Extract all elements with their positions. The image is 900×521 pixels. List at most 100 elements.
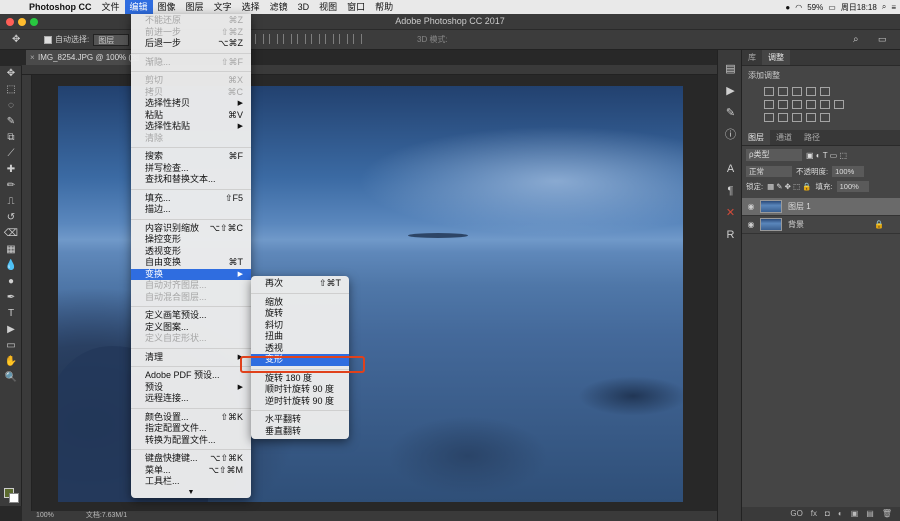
wechat-icon[interactable]: ●: [785, 3, 790, 12]
blend-mode-dropdown[interactable]: 正常: [746, 166, 792, 177]
quick-select-tool-icon[interactable]: ✎: [0, 114, 22, 130]
fill-input[interactable]: 100%: [836, 181, 869, 192]
balance-icon[interactable]: [778, 100, 788, 109]
distribute-icon[interactable]: [339, 34, 348, 44]
search-icon[interactable]: ⌕: [853, 34, 859, 45]
clock[interactable]: 周日18:18: [841, 2, 877, 13]
curves-icon[interactable]: [792, 87, 802, 96]
edit-menu-item[interactable]: Adobe PDF 预设...: [131, 370, 251, 382]
character-icon[interactable]: A: [718, 158, 743, 180]
align-right-icon[interactable]: [325, 34, 334, 44]
distribute2-icon[interactable]: [353, 34, 362, 44]
transform-menu-item[interactable]: 顺时针旋转 90 度: [251, 384, 349, 396]
menubar-item[interactable]: 选择: [237, 0, 265, 14]
edit-menu-item[interactable]: 变换 ▶: [131, 268, 251, 280]
pen-tool-icon[interactable]: ✒: [0, 290, 22, 306]
align-bottom-icon[interactable]: [283, 34, 292, 44]
menu-list-icon[interactable]: ≡: [891, 3, 896, 12]
r-icon[interactable]: R: [718, 224, 743, 246]
transform-menu-item[interactable]: 斜切: [251, 320, 349, 332]
layer-filter-dropdown[interactable]: ρ类型: [746, 149, 802, 161]
edit-menu-item[interactable]: 颜色设置... ⇧⌘K: [131, 412, 251, 424]
posterize-icon[interactable]: [778, 113, 788, 122]
layer-row[interactable]: ◉ 背景 🔒: [742, 216, 900, 234]
tab-paths[interactable]: 路径: [798, 130, 826, 145]
photo-filter-icon[interactable]: [806, 100, 816, 109]
transform-menu-item[interactable]: 扭曲: [251, 331, 349, 343]
layer-footer-icon[interactable]: ◘: [825, 507, 830, 521]
layer-footer-icon[interactable]: 🗑: [882, 507, 892, 521]
layer-row[interactable]: ◉ 图层 1: [742, 198, 900, 216]
blur-tool-icon[interactable]: 💧: [0, 258, 22, 274]
edit-menu-item[interactable]: 定义画笔预设...: [131, 310, 251, 322]
edit-menu-item[interactable]: 选择性粘贴 ▶: [131, 121, 251, 133]
menubar-item[interactable]: 图像: [153, 0, 181, 14]
menubar-item[interactable]: 滤镜: [265, 0, 293, 14]
edit-menu-item[interactable]: 描边...: [131, 204, 251, 216]
layer-footer-icon[interactable]: fx: [811, 507, 817, 521]
menubar-item[interactable]: 3D: [293, 0, 315, 14]
menu-scroll-down-icon[interactable]: ▼: [131, 488, 251, 498]
transform-menu-item[interactable]: 水平翻转: [251, 414, 349, 426]
info-icon[interactable]: ⓘ: [718, 124, 743, 146]
align-center-icon[interactable]: [311, 34, 320, 44]
eyedropper-tool-icon[interactable]: ⟋: [0, 146, 22, 162]
move-tool-icon[interactable]: ✥: [12, 34, 20, 45]
background-color-swatch[interactable]: [9, 493, 19, 503]
healing-tool-icon[interactable]: ✚: [0, 162, 22, 178]
history-icon[interactable]: ▤: [718, 58, 743, 80]
tab-channels[interactable]: 通道: [770, 130, 798, 145]
transform-menu-item[interactable]: 再次 ⇧⌘T: [251, 278, 349, 290]
tab-adjustments[interactable]: 调整: [762, 50, 790, 65]
brush-tool-icon[interactable]: ✏: [0, 178, 22, 194]
filter-icons[interactable]: ▣ ◐ T ▭ ⬚: [806, 151, 847, 160]
threshold-icon[interactable]: [792, 113, 802, 122]
tab-layers[interactable]: 图层: [742, 130, 770, 145]
opacity-input[interactable]: 100%: [832, 166, 865, 177]
menubar-item[interactable]: 图层: [181, 0, 209, 14]
edit-menu-item[interactable]: 菜单... ⌥⇧⌘M: [131, 465, 251, 477]
lasso-tool-icon[interactable]: ◌: [0, 98, 22, 114]
workspace-icon[interactable]: ▭: [878, 34, 887, 45]
selective-color-icon[interactable]: [820, 113, 830, 122]
align-middle-icon[interactable]: [269, 34, 278, 44]
document-info[interactable]: 文档:7.63M/1: [86, 512, 127, 519]
tab-library[interactable]: 库: [742, 50, 762, 65]
shape-tool-icon[interactable]: ▭: [0, 338, 22, 354]
history-brush-tool-icon[interactable]: ↺: [0, 210, 22, 226]
edit-menu-item[interactable]: 清理 ▶: [131, 352, 251, 364]
transform-menu-item[interactable]: 缩放: [251, 297, 349, 309]
app-menu[interactable]: Photoshop CC: [24, 0, 97, 14]
eye-icon[interactable]: ◉: [742, 220, 760, 229]
edit-menu-item[interactable]: 选择性拷贝 ▶: [131, 98, 251, 110]
edit-menu-item[interactable]: 转换为配置文件...: [131, 435, 251, 447]
align-left-icon[interactable]: [297, 34, 306, 44]
bw-icon[interactable]: [792, 100, 802, 109]
align-top-icon[interactable]: [255, 34, 264, 44]
zoom-level[interactable]: 100%: [36, 512, 54, 519]
close-tab-icon[interactable]: ×: [30, 50, 35, 65]
hue-icon[interactable]: [764, 100, 774, 109]
edit-menu-item[interactable]: 内容识别缩放 ⌥⇧⌘C: [131, 223, 251, 235]
edit-menu-item[interactable]: 键盘快捷键... ⌥⇧⌘K: [131, 453, 251, 465]
layer-footer-icon[interactable]: ◐: [838, 507, 843, 521]
stamp-tool-icon[interactable]: ⎍: [0, 194, 22, 210]
crop-tool-icon[interactable]: ⧉: [0, 130, 22, 146]
edit-menu-item[interactable]: 填充... ⇧F5: [131, 193, 251, 205]
edit-menu-item[interactable]: 预设 ▶: [131, 382, 251, 394]
edit-menu-item[interactable]: 搜索 ⌘F: [131, 151, 251, 163]
vibrance-icon[interactable]: [820, 87, 830, 96]
edit-menu-item[interactable]: 粘贴 ⌘V: [131, 110, 251, 122]
edit-menu-item[interactable]: 指定配置文件...: [131, 423, 251, 435]
battery-percent[interactable]: 59%: [807, 3, 823, 12]
auto-select-dropdown[interactable]: 图层: [93, 33, 130, 46]
move-tool-icon[interactable]: ✥: [0, 66, 22, 82]
edit-menu-item[interactable]: 自由变换 ⌘T: [131, 257, 251, 269]
auto-select-checkbox[interactable]: [44, 35, 52, 44]
edit-menu-item[interactable]: 透视变形: [131, 246, 251, 258]
menubar-item[interactable]: 文字: [209, 0, 237, 14]
menubar-item[interactable]: 编辑: [124, 0, 153, 14]
transform-menu-item[interactable]: 旋转 180 度: [251, 373, 349, 385]
transform-menu-item[interactable]: 垂直翻转: [251, 426, 349, 438]
eraser-tool-icon[interactable]: ⌫: [0, 226, 22, 242]
